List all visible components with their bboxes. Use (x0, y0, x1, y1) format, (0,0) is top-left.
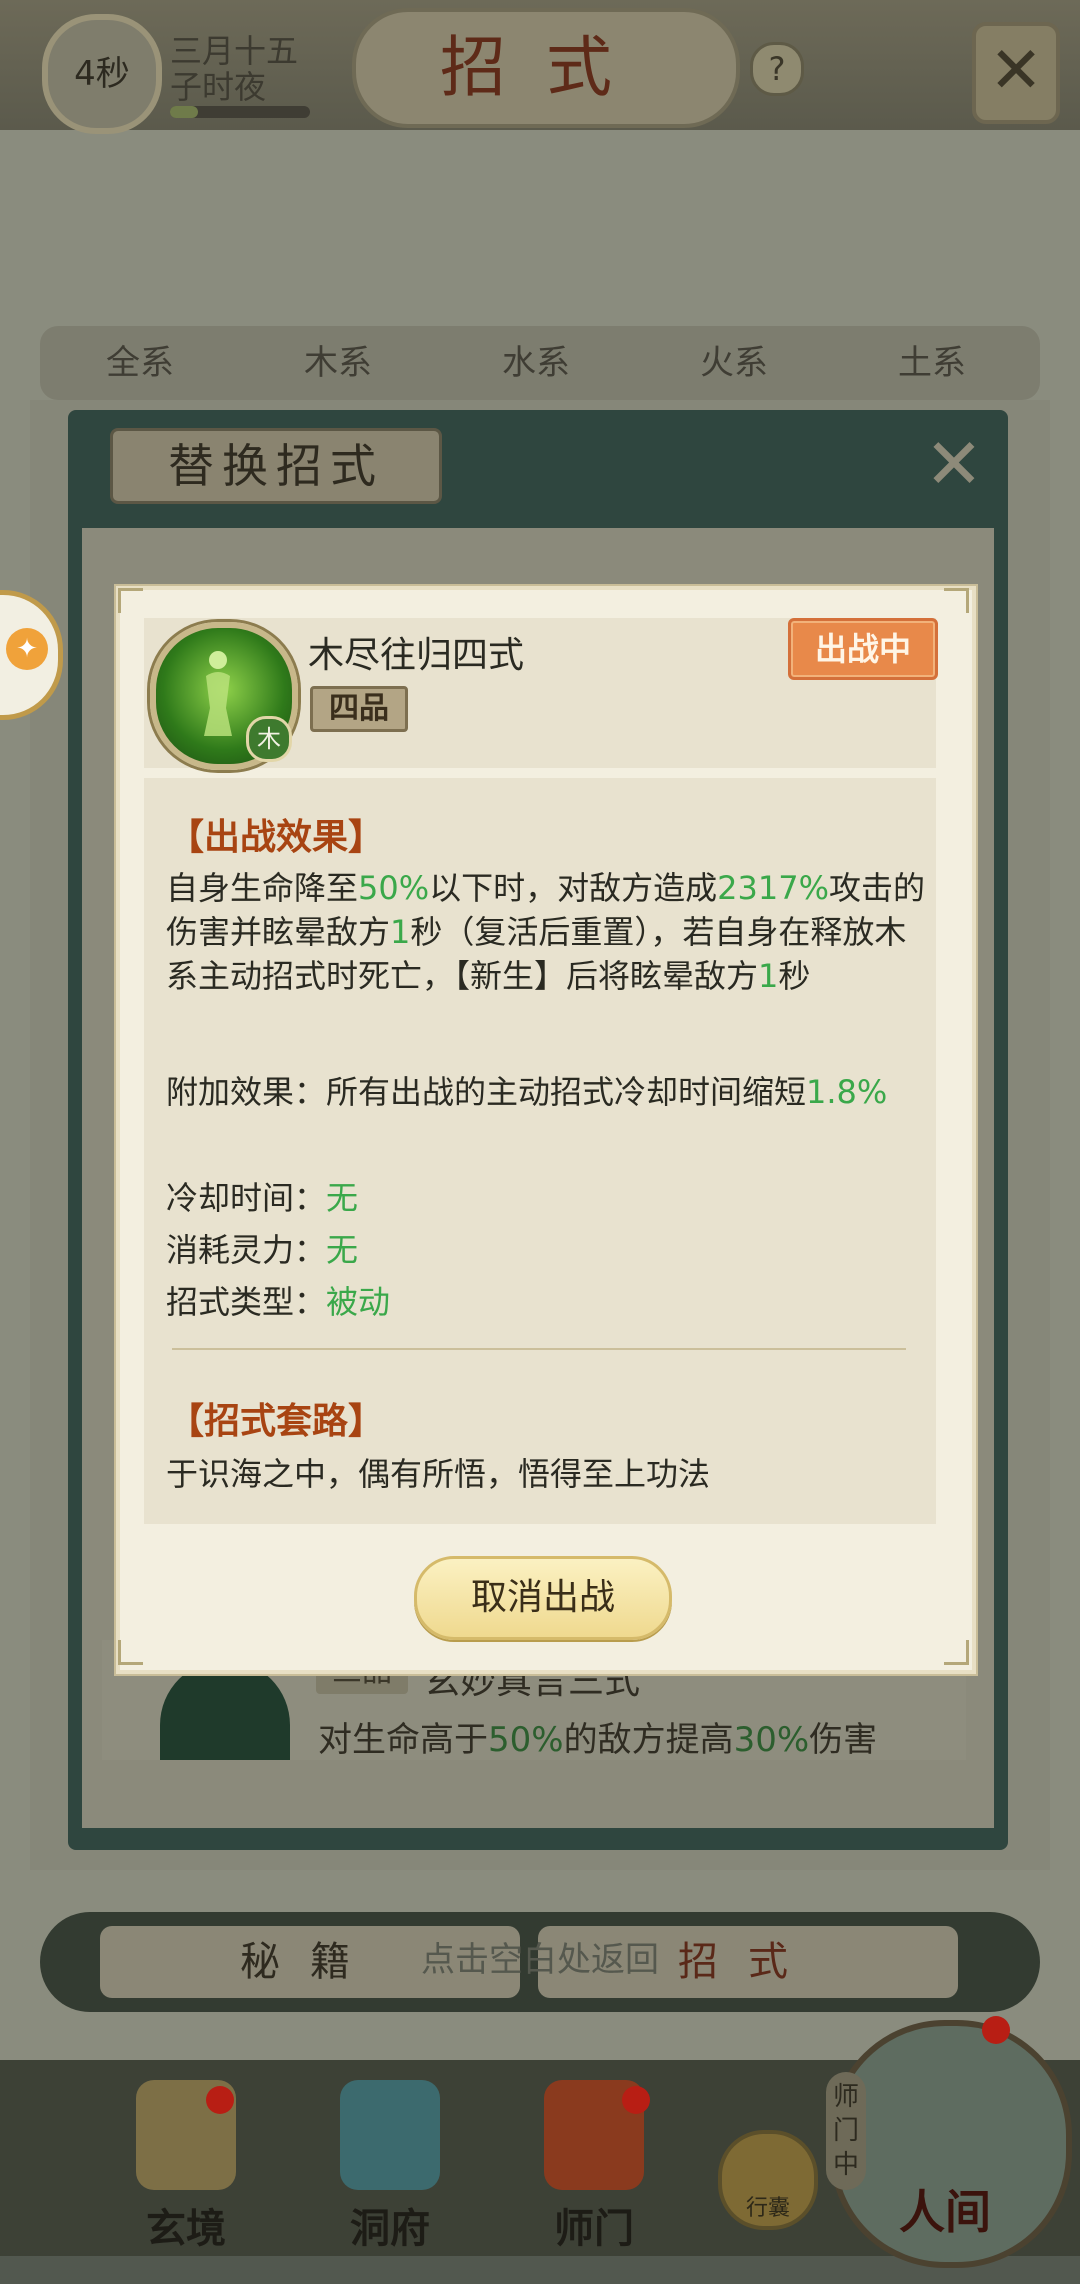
timer-badge: 4秒 (42, 14, 162, 134)
figure-icon (204, 651, 232, 736)
skill-description: 对生命高于50%的敌方提高30%伤害 (318, 1720, 878, 1760)
cooldown-row: 冷却时间：无 (166, 1179, 359, 1217)
world-label: 人间 (899, 2185, 991, 2239)
gamepad-icon: ✦ (6, 628, 48, 670)
page-title: 招式 (352, 8, 740, 128)
corner-ornament (944, 1640, 969, 1665)
nav-xuanjing[interactable]: 玄境 (106, 2080, 266, 2252)
tab-earth[interactable]: 土系 (834, 326, 1030, 400)
lore-text: 于识海之中，偶有所悟，悟得至上功法 (166, 1455, 711, 1493)
tab-wood[interactable]: 木系 (240, 326, 436, 400)
help-button[interactable]: ? (750, 42, 804, 96)
type-row: 招式类型：被动 (166, 1283, 391, 1321)
nav-shimen[interactable]: 师门 (514, 2080, 674, 2252)
notification-dot (206, 2086, 234, 2114)
bag-button[interactable]: 行囊 (718, 2130, 818, 2230)
replace-panel-title: 替换招式 (110, 428, 442, 504)
nav-label: 师门 (554, 2205, 634, 2252)
corner-ornament (118, 1640, 143, 1665)
time-progress-fill (170, 106, 198, 118)
replace-panel-close-icon[interactable]: ✕ (918, 428, 990, 500)
skill-name: 木尽往归四式 (308, 635, 525, 676)
lore-section-title: 【招式套路】 (168, 1400, 385, 1442)
nav-label: 洞府 (350, 2205, 430, 2252)
cost-row: 消耗灵力：无 (166, 1231, 359, 1269)
cancel-deploy-button[interactable]: 取消出战 (414, 1556, 672, 1640)
sect-status-tag: 师门中 (826, 2072, 866, 2190)
tap-to-return-hint: 点击空白处返回 (421, 1940, 659, 1980)
skill-grade-tag: 四品 (310, 686, 408, 732)
extra-effect: 附加效果：所有出战的主动招式冷却时间缩短1.8% (166, 1073, 888, 1111)
divider (172, 1348, 906, 1350)
tab-fire[interactable]: 火系 (636, 326, 832, 400)
notification-dot (622, 2086, 650, 2114)
nav-dongfu[interactable]: 洞府 (310, 2080, 470, 2252)
close-icon[interactable]: ✕ (972, 22, 1060, 124)
time-progress-bar (170, 106, 310, 118)
effect-section-title: 【出战效果】 (168, 816, 385, 858)
notification-dot (982, 2016, 1010, 2044)
tab-all[interactable]: 全系 (42, 326, 238, 400)
tab-water[interactable]: 水系 (438, 326, 634, 400)
element-badge: 木 (246, 716, 292, 762)
corner-ornament (118, 588, 143, 613)
pavilion-icon (340, 2080, 440, 2190)
status-badge: 出战中 (788, 618, 938, 680)
nav-label: 玄境 (146, 2205, 226, 2252)
date-line2: 子时夜 (170, 68, 267, 106)
effect-description: 自身生命降至50%以下时，对敌方造成2317%攻击的伤害并眩晕敌方1秒（复活后重… (166, 869, 926, 995)
element-tabs: 全系 木系 水系 火系 土系 (40, 326, 1040, 400)
corner-ornament (944, 588, 969, 613)
